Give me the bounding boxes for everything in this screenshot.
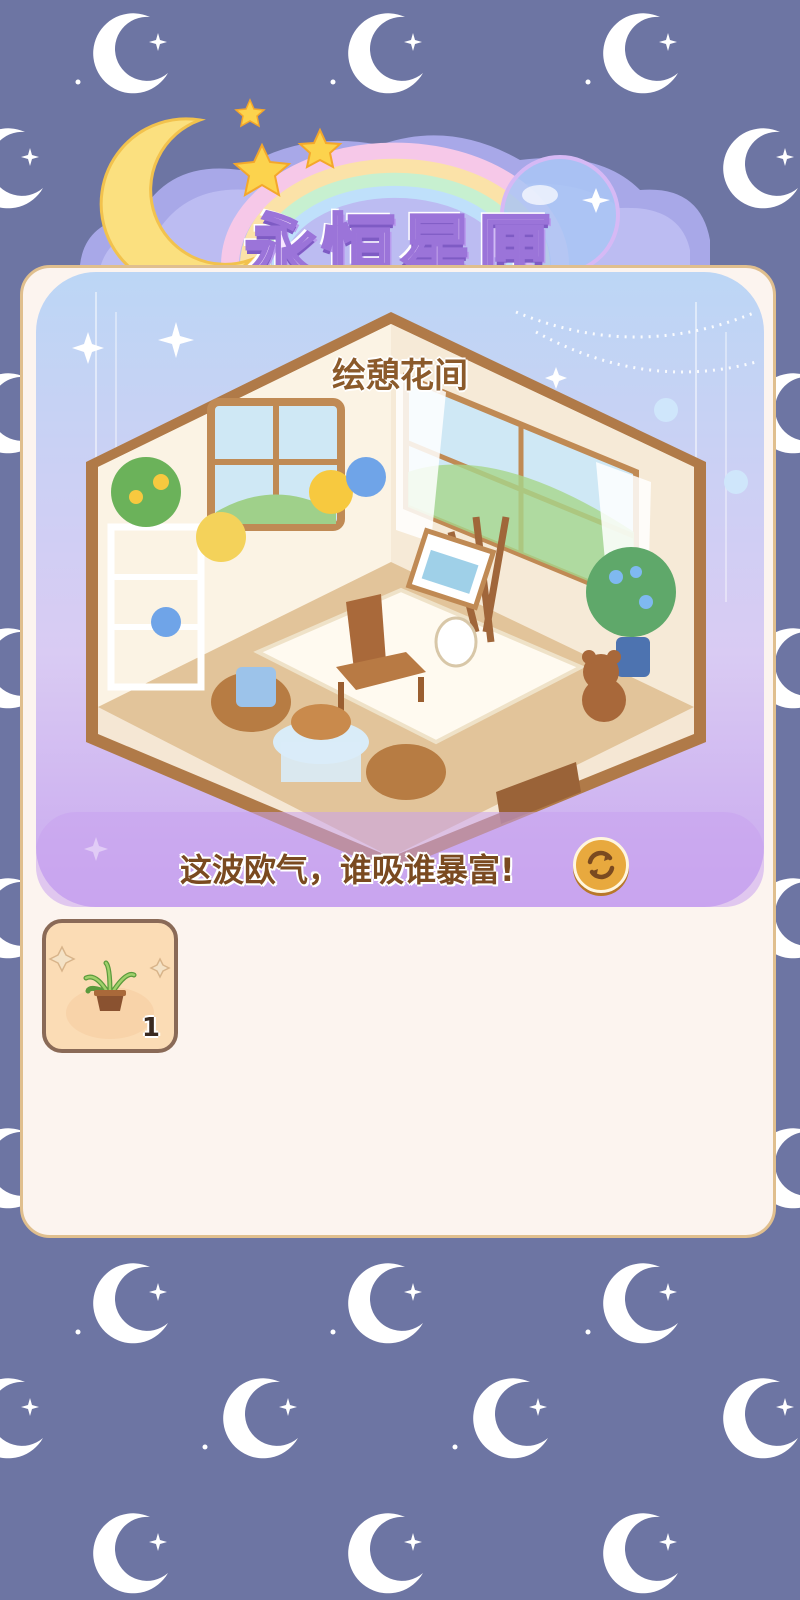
refresh-button[interactable] xyxy=(573,837,629,893)
room-name: 绘憩花间 xyxy=(332,356,468,396)
item-count: 1 xyxy=(141,1013,160,1043)
slogan-text: 这波欧气，谁吸谁暴富! xyxy=(180,851,515,889)
reward-item-slot[interactable]: 1 xyxy=(42,919,178,1053)
refresh-icon xyxy=(587,850,615,880)
